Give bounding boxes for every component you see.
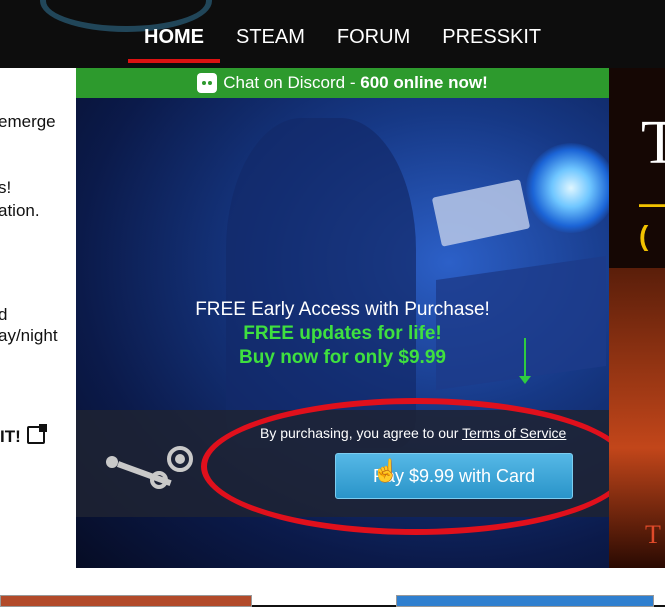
promo-text: FREE Early Access with Purchase! FREE up…	[76, 298, 609, 370]
promo-line-early-access: FREE Early Access with Purchase!	[195, 299, 490, 320]
highlight-ellipse	[201, 398, 609, 535]
nav-steam[interactable]: STEAM	[220, 18, 321, 63]
text-fragment: ation.	[0, 201, 40, 220]
nav-presskit[interactable]: PRESSKIT	[426, 18, 557, 63]
promo-line-price: Buy now for only $9.99	[239, 347, 446, 368]
steam-icon[interactable]	[104, 444, 194, 489]
discord-link-bar[interactable]: Chat on Discord - 600 online now!	[76, 68, 609, 98]
text-fragment: ay/night	[0, 326, 58, 345]
thumbnail-left[interactable]	[0, 595, 252, 607]
text-fragment: emerge	[0, 112, 56, 131]
hero-banner: Chat on Discord - 600 online now! FREE E…	[76, 68, 609, 568]
discord-label: Chat on Discord -	[223, 73, 356, 92]
nav-forum[interactable]: FORUM	[321, 18, 426, 63]
promo-line-updates: FREE updates for life!	[243, 323, 442, 344]
thumbnail-right[interactable]	[396, 595, 654, 607]
right-title-fragment: T	[641, 109, 665, 177]
artwork-orb	[526, 143, 609, 233]
bottom-section	[0, 568, 665, 607]
hand-cursor-icon: ☝	[372, 458, 400, 483]
artwork-book	[431, 179, 531, 247]
top-bar: HOME STEAM FORUM PRESSKIT	[0, 0, 665, 68]
external-link[interactable]: IT!	[0, 424, 47, 447]
external-link-label: IT!	[0, 427, 21, 446]
text-fragment: d	[0, 305, 8, 324]
external-link-icon	[26, 424, 47, 444]
main-nav: HOME STEAM FORUM PRESSKIT	[128, 18, 557, 63]
right-subtitle-fragment: —(	[639, 188, 665, 251]
discord-icon	[197, 73, 218, 93]
right-bottom-fragment: T	[645, 520, 661, 549]
discord-online-count: 600 online now!	[360, 73, 488, 92]
nav-home[interactable]: HOME	[128, 18, 220, 63]
left-content-panel: emerge s! ation. d ay/night IT!	[0, 68, 76, 568]
text-fragment: s!	[0, 178, 12, 197]
right-banner-panel: T —( T	[609, 68, 665, 568]
